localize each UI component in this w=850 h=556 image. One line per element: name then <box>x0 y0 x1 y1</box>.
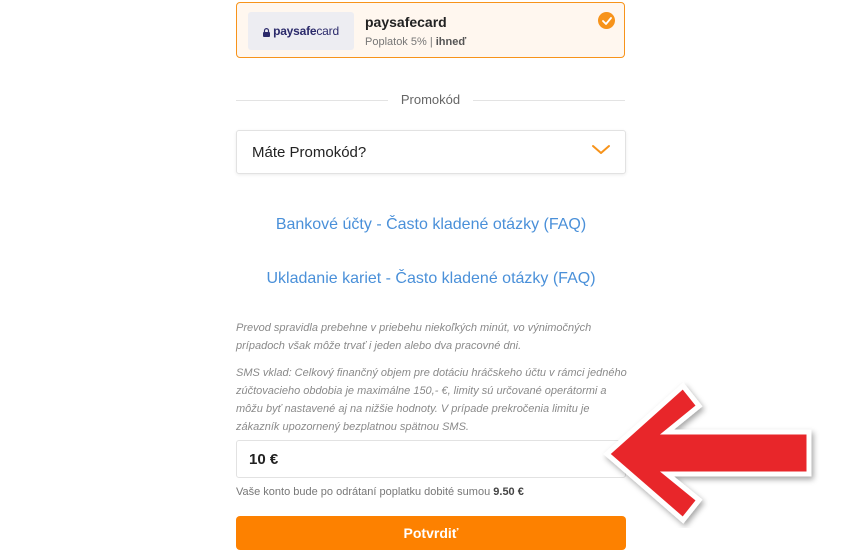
divider-line-right <box>473 100 625 101</box>
promo-divider: Promokód <box>236 91 625 109</box>
lock-icon <box>263 27 271 37</box>
chevron-down-icon <box>592 145 610 154</box>
payment-method-card[interactable]: paysafecard paysafecard Poplatok 5% | ih… <box>236 2 625 58</box>
balance-note: Vaše konto bude po odrátaní poplatku dob… <box>236 486 524 498</box>
logo-text: paysafecard <box>273 24 339 38</box>
method-fee: Poplatok 5% | ihneď <box>365 36 467 48</box>
red-arrow-left-icon <box>603 382 812 524</box>
paysafecard-logo: paysafecard <box>248 12 354 50</box>
amount-input[interactable] <box>236 440 626 478</box>
faq-bank-accounts-link[interactable]: Bankové účty - Často kladené otázky (FAQ… <box>236 216 626 234</box>
credited-amount: 9.50 € <box>493 486 524 498</box>
faq-card-storage-link[interactable]: Ukladanie kariet - Často kladené otázky … <box>236 270 626 288</box>
promo-code-dropdown[interactable]: Máte Promokód? <box>236 130 626 174</box>
transfer-info-text: Prevod spravidla prebehne v priebehu nie… <box>236 322 592 352</box>
check-icon <box>598 12 615 29</box>
promo-dropdown-label: Máte Promokód? <box>252 144 367 161</box>
confirm-button[interactable]: Potvrdiť <box>236 516 626 550</box>
sms-deposit-info-text: SMS vklad: Celkový finančný objem pre do… <box>236 367 627 433</box>
method-name: paysafecard <box>365 14 447 30</box>
